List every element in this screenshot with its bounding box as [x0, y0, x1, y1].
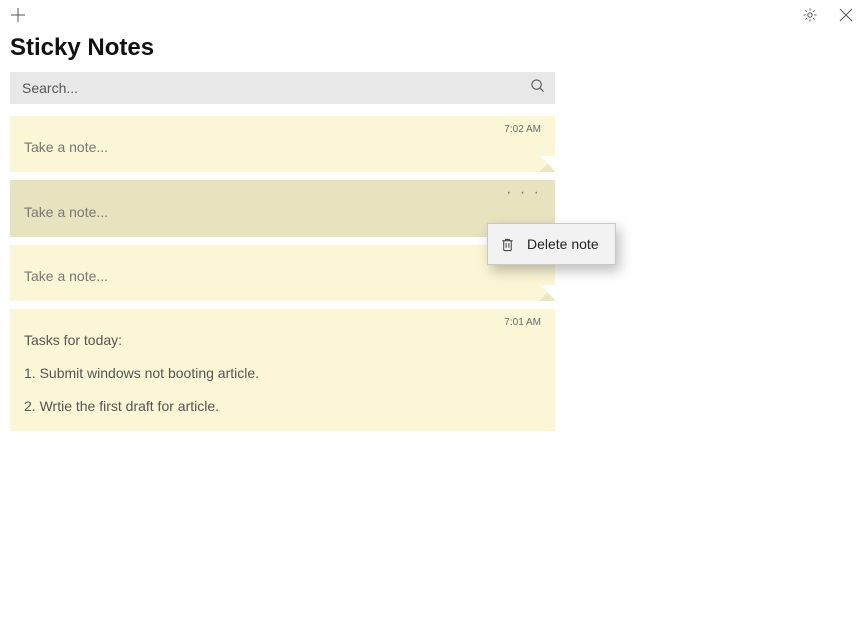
note-fold-corner	[539, 156, 555, 172]
note-card[interactable]: 7:01 AMTasks for today: 1. Submit windows…	[10, 309, 555, 431]
titlebar	[0, 0, 864, 30]
new-note-button[interactable]	[8, 5, 28, 25]
search-icon	[530, 78, 545, 98]
page-title: Sticky Notes	[10, 34, 854, 62]
note-timestamp: 7:01 AM	[24, 317, 541, 330]
context-menu: Delete note	[487, 223, 616, 265]
settings-button[interactable]	[800, 5, 820, 25]
note-timestamp: 7:02 AM	[24, 253, 541, 266]
close-button[interactable]	[836, 5, 856, 25]
search-input[interactable]	[22, 80, 543, 96]
note-card[interactable]: 7:02 AMTake a note...	[10, 116, 555, 172]
note-body: Take a note...	[24, 137, 541, 158]
delete-note-item[interactable]: Delete note	[488, 230, 615, 258]
header: Sticky Notes	[0, 30, 864, 72]
note-line: Tasks for today:	[24, 330, 541, 351]
close-icon	[838, 7, 854, 23]
gear-icon	[802, 7, 818, 23]
note-body: Take a note...	[24, 202, 541, 223]
main-column: 7:02 AMTake a note...· · ·Take a note...…	[0, 72, 565, 431]
trash-icon	[500, 237, 515, 252]
note-timestamp: 7:02 AM	[24, 124, 541, 137]
plus-icon	[10, 7, 26, 23]
notes-list: 7:02 AMTake a note...· · ·Take a note...…	[10, 116, 555, 431]
note-menu-button[interactable]: · · ·	[24, 188, 541, 202]
note-fold-corner	[539, 285, 555, 301]
note-card[interactable]: · · ·Take a note...	[10, 180, 555, 237]
search-bar[interactable]	[10, 72, 555, 104]
note-body: Take a note...	[24, 266, 541, 287]
note-line: 1. Submit windows not booting article.	[24, 363, 541, 384]
note-card[interactable]: 7:02 AMTake a note...	[10, 245, 555, 301]
note-line: 2. Wrtie the first draft for article.	[24, 396, 541, 417]
note-body: Tasks for today: 1. Submit windows not bo…	[24, 330, 541, 417]
context-menu-label: Delete note	[527, 236, 599, 252]
